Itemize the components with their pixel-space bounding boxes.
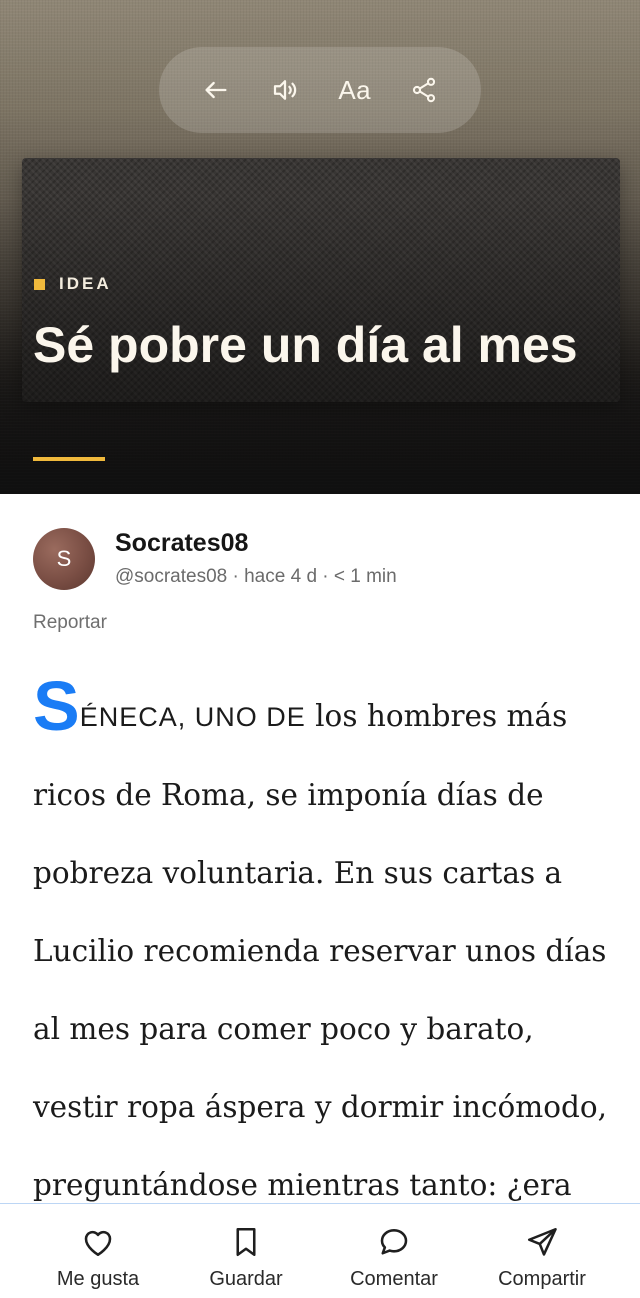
bottom-action-bar: Me gusta Guardar Comentar Compartir [0, 1203, 640, 1298]
article-text: los hombres más ricos de Roma, se imponí… [33, 699, 608, 1202]
text-size-button[interactable]: Aa [329, 64, 381, 116]
save-label: Guardar [209, 1268, 283, 1290]
speaker-icon [274, 80, 297, 100]
comment-bubble-icon [380, 1229, 408, 1255]
listen-button[interactable] [259, 64, 311, 116]
like-button[interactable]: Me gusta [24, 1204, 172, 1298]
share-label: Compartir [498, 1268, 586, 1290]
share-toolbar-button[interactable] [398, 64, 450, 116]
bookmark-icon [236, 1227, 256, 1257]
comment-button[interactable]: Comentar [320, 1204, 468, 1298]
lead-in: ÉNECA, UNO DE [79, 702, 306, 732]
category-tag: IDEA [34, 274, 112, 294]
category-label: IDEA [59, 274, 112, 293]
heart-icon [84, 1230, 112, 1257]
share-icon [413, 77, 436, 103]
category-marker [34, 278, 45, 290]
article-viewport: SÉNECA, UNO DE los hombres más ricos de … [0, 660, 640, 1204]
drop-cap: S [33, 667, 80, 745]
send-icon [527, 1227, 557, 1256]
page-title: Sé pobre un día al mes [33, 317, 578, 373]
hero-banner: Aa IDEA Sé pobre un día al mes [0, 0, 640, 494]
title-underline [33, 457, 105, 461]
report-link[interactable]: Reportar [33, 612, 107, 634]
like-label: Me gusta [56, 1268, 140, 1290]
back-arrow-icon [205, 81, 227, 99]
avatar-initial: S [56, 546, 72, 571]
author-meta: @socrates08 · hace 4 d · < 1 min [115, 566, 397, 587]
back-button[interactable] [190, 64, 242, 116]
comment-label: Comentar [350, 1268, 438, 1290]
reader-toolbar: Aa [159, 47, 481, 133]
share-button[interactable]: Compartir [468, 1204, 616, 1298]
author-name[interactable]: Socrates08 [115, 529, 248, 558]
text-size-icon: Aa [338, 74, 372, 105]
article-body: SÉNECA, UNO DE los hombres más ricos de … [33, 671, 613, 1204]
save-button[interactable]: Guardar [172, 1204, 320, 1298]
avatar[interactable]: S [33, 528, 95, 590]
